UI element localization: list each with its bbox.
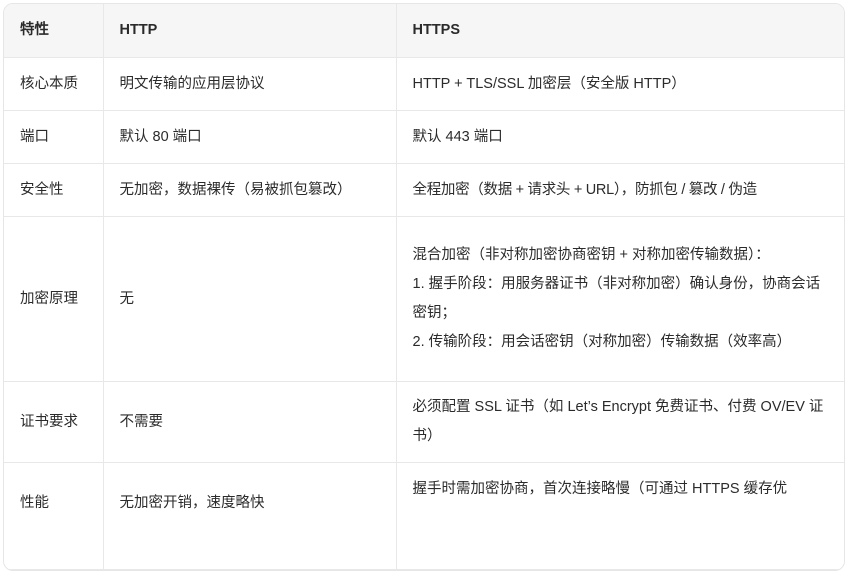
http-cell: 无 [103,216,397,382]
http-cell: 无加密开销，速度略快 [103,462,397,570]
https-line: 混合加密（非对称加密协商密钥 + 对称加密传输数据）： [412,247,770,263]
https-cell: 握手时需加密协商，首次连接略慢（可通过 HTTPS 缓存优 [396,462,844,570]
header-http: HTTP [103,4,397,58]
comparison-table-container: 特性 HTTP HTTPS 核心本质 明文传输的应用层协议 HTTP + TLS… [3,3,845,571]
https-line: 1. 握手阶段：用服务器证书（非对称加密）确认身份，协商会话密钥； [412,276,821,321]
feature-cell: 加密原理 [4,216,104,382]
header-https: HTTPS [396,4,844,58]
feature-cell: 证书要求 [4,381,104,463]
http-cell: 明文传输的应用层协议 [103,57,397,111]
table-header-row: 特性 HTTP HTTPS [4,4,844,58]
http-vs-https-table: 特性 HTTP HTTPS 核心本质 明文传输的应用层协议 HTTP + TLS… [4,4,844,570]
http-cell: 默认 80 端口 [103,110,397,164]
feature-cell: 安全性 [4,163,104,217]
feature-cell: 核心本质 [4,57,104,111]
https-cell: 必须配置 SSL 证书（如 Let’s Encrypt 免费证书、付费 OV/E… [396,381,844,463]
https-cell: 混合加密（非对称加密协商密钥 + 对称加密传输数据）： 1. 握手阶段：用服务器… [396,216,844,382]
table-row: 证书要求 不需要 必须配置 SSL 证书（如 Let’s Encrypt 免费证… [4,381,844,463]
https-cell: HTTP + TLS/SSL 加密层（安全版 HTTP） [396,57,844,111]
table-row: 端口 默认 80 端口 默认 443 端口 [4,110,844,164]
http-cell: 无加密，数据裸传（易被抓包篡改） [103,163,397,217]
https-cell: 默认 443 端口 [396,110,844,164]
table-row: 加密原理 无 混合加密（非对称加密协商密钥 + 对称加密传输数据）： 1. 握手… [4,216,844,382]
http-cell: 不需要 [103,381,397,463]
table-row: 安全性 无加密，数据裸传（易被抓包篡改） 全程加密（数据 + 请求头 + URL… [4,163,844,217]
table-row: 性能 无加密开销，速度略快 握手时需加密协商，首次连接略慢（可通过 HTTPS … [4,462,844,570]
header-feature: 特性 [4,4,104,58]
table-row: 核心本质 明文传输的应用层协议 HTTP + TLS/SSL 加密层（安全版 H… [4,57,844,111]
https-line: 2. 传输阶段：用会话密钥（对称加密）传输数据（效率高） [412,334,792,350]
feature-cell: 性能 [4,462,104,570]
https-cell: 全程加密（数据 + 请求头 + URL），防抓包 / 篡改 / 伪造 [396,163,844,217]
feature-cell: 端口 [4,110,104,164]
